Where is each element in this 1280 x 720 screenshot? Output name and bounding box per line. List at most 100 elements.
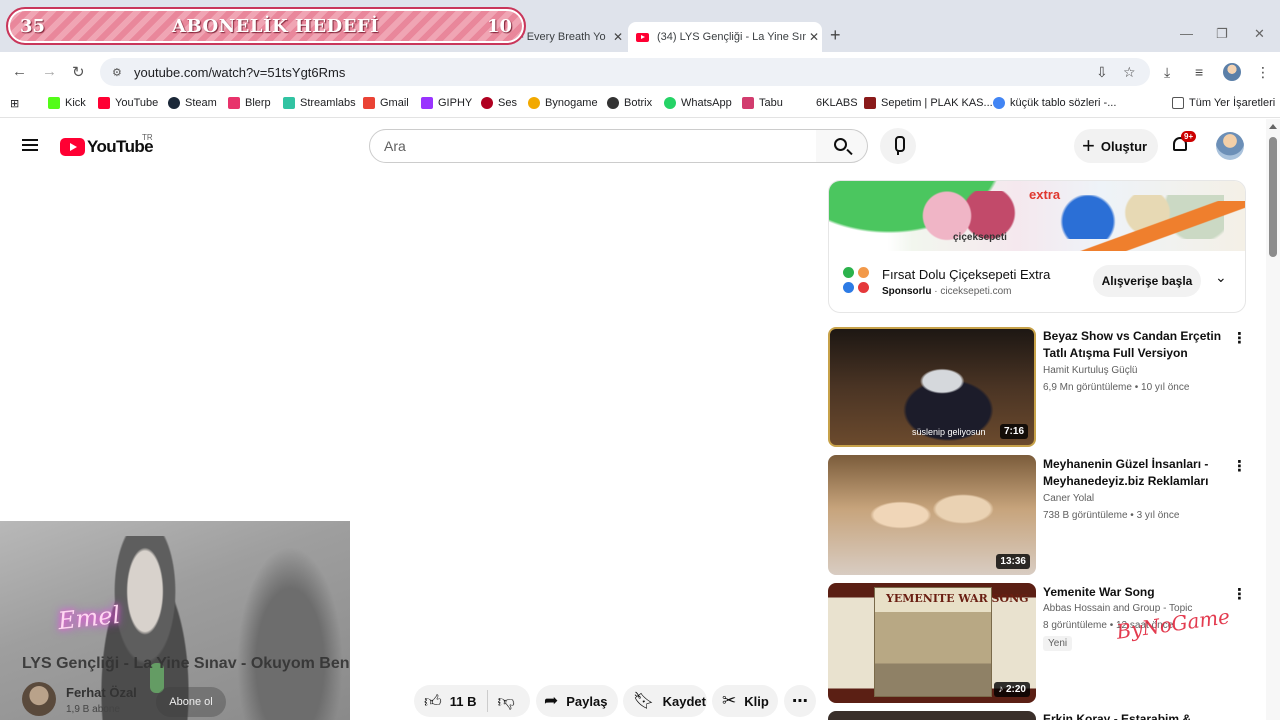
- page-scrollbar[interactable]: [1266, 119, 1280, 720]
- bookmark-ses[interactable]: Ses: [481, 97, 517, 109]
- chevron-down-icon[interactable]: ⌄: [1215, 269, 1227, 286]
- recommended-video[interactable]: 13:36 Meyhanenin Güzel İnsanları - Meyha…: [828, 455, 1247, 575]
- apps-grid-icon[interactable]: ⊞: [10, 97, 19, 110]
- tab-title: - Every Breath Yo: [520, 31, 606, 43]
- bookmark-streamlabs[interactable]: Streamlabs: [283, 97, 356, 109]
- ad-sponsor-line: Sponsorlu · ciceksepeti.com: [882, 286, 1012, 297]
- bynogame-icon: [528, 97, 540, 109]
- ad-title[interactable]: Fırsat Dolu Çiçeksepeti Extra: [882, 267, 1050, 282]
- video-thumbnail[interactable]: [828, 711, 1036, 720]
- new-tab-icon[interactable]: +: [830, 25, 841, 46]
- recommended-video[interactable]: Erkin Koray - Estarabim &: [828, 711, 1246, 720]
- plus-icon: +: [1082, 133, 1095, 158]
- bookmark-botrix[interactable]: Botrix: [607, 97, 652, 109]
- kick-icon: [48, 97, 60, 109]
- plak-icon: [864, 97, 876, 109]
- bookmark-kucuk-tablo[interactable]: küçük tablo sözleri -...: [993, 97, 1116, 109]
- ses-icon: [481, 97, 493, 109]
- goal-current-count: 35: [20, 15, 46, 37]
- browser-profile-avatar[interactable]: [1223, 63, 1241, 81]
- bookmark-star-icon[interactable]: ☆: [1123, 64, 1136, 81]
- browser-tab-active[interactable]: (34) LYS Gençliği - La Yine Sınav ✕: [628, 22, 822, 52]
- video-thumbnail[interactable]: YEMENITE WAR SONG ♪ 2:20: [828, 583, 1036, 703]
- downloads-icon[interactable]: ⤓: [1164, 64, 1170, 81]
- more-options-icon[interactable]: ⋮: [1232, 457, 1247, 475]
- notifications-button[interactable]: 9+: [1170, 131, 1197, 157]
- close-tab-icon[interactable]: ✕: [610, 30, 626, 44]
- video-duration: 13:36: [996, 554, 1030, 569]
- bookmark-steam[interactable]: Steam: [168, 97, 217, 109]
- bookmark-tabu[interactable]: Tabu: [742, 97, 783, 109]
- search-input[interactable]: Ara: [369, 129, 817, 163]
- more-options-icon[interactable]: ⋮: [1232, 329, 1247, 347]
- ad-banner-image[interactable]: extra çiçeksepeti: [829, 181, 1245, 251]
- dislike-icon[interactable]: 👎︎: [498, 691, 515, 712]
- save-button[interactable]: 🔖︎ Kaydet: [623, 685, 707, 717]
- bookmark-sepetim[interactable]: Sepetim | PLAK KAS...: [864, 97, 993, 109]
- browser-menu-icon[interactable]: ⋮: [1256, 64, 1270, 81]
- scrollbar-thumb[interactable]: [1269, 137, 1277, 257]
- menu-icon[interactable]: [22, 139, 38, 151]
- channel-avatar[interactable]: [22, 682, 56, 716]
- youtube-logo[interactable]: YouTube TR: [60, 133, 154, 157]
- account-avatar[interactable]: [1216, 132, 1244, 160]
- goal-title: ABONELİK HEDEFİ: [172, 15, 380, 37]
- banner-brand-text: extra: [1029, 187, 1061, 202]
- bookmark-blerp[interactable]: Blerp: [228, 97, 271, 109]
- subscribe-button[interactable]: Abone ol: [156, 687, 226, 717]
- folder-icon: [1172, 97, 1184, 109]
- video-thumbnail[interactable]: 13:36: [828, 455, 1036, 575]
- video-title[interactable]: Meyhanenin Güzel İnsanları - Meyhanedeyi…: [1043, 456, 1223, 490]
- video-title[interactable]: Beyaz Show vs Candan Erçetin Tatlı Atışm…: [1043, 328, 1223, 362]
- divider: [486, 690, 488, 712]
- bookmark-giphy[interactable]: GIPHY: [421, 97, 472, 109]
- address-bar[interactable]: ⚙ youtube.com/watch?v=51tsYgt6Rms: [100, 58, 1150, 86]
- search-button[interactable]: [816, 129, 868, 163]
- browser-tab-inactive[interactable]: - Every Breath Yo ✕: [520, 22, 626, 52]
- close-window-icon[interactable]: ✕: [1254, 26, 1265, 42]
- all-bookmarks[interactable]: Tüm Yer İşaretleri: [1172, 97, 1275, 109]
- thumbnail-caption: süslenip geliyosun: [912, 427, 986, 437]
- recommended-video[interactable]: YEMENITE WAR SONG ♪ 2:20 Yemenite War So…: [828, 583, 1247, 703]
- bookmark-whatsapp[interactable]: WhatsApp: [664, 97, 732, 109]
- close-tab-icon[interactable]: ✕: [806, 30, 822, 44]
- install-app-icon[interactable]: ⇩: [1096, 64, 1108, 81]
- sponsored-ad[interactable]: extra çiçeksepeti Fırsat Dolu Çiçeksepet…: [828, 180, 1246, 313]
- voice-search-button[interactable]: [880, 128, 916, 164]
- clip-button[interactable]: ✂ Klip: [712, 685, 778, 717]
- site-info-icon[interactable]: ⚙: [112, 66, 128, 79]
- reload-icon[interactable]: ↻: [72, 63, 85, 81]
- bookmark-youtube[interactable]: YouTube: [98, 97, 158, 109]
- goal-target-count: 10: [486, 15, 512, 37]
- bookmark-6klabs[interactable]: 6KLABS: [816, 97, 858, 109]
- video-player[interactable]: [0, 173, 820, 521]
- channel-name[interactable]: Hamit Kurtuluş Güçlü: [1043, 365, 1137, 376]
- create-button[interactable]: + Oluştur: [1074, 129, 1158, 163]
- video-title[interactable]: Erkin Koray - Estarabim &: [1043, 712, 1191, 720]
- more-actions-button[interactable]: ⋯: [784, 685, 816, 717]
- media-control-icon[interactable]: ≡: [1195, 64, 1203, 80]
- bookmark-bynogame[interactable]: Bynogame: [528, 97, 598, 109]
- video-thumbnail[interactable]: süslenip geliyosun 7:16: [828, 327, 1036, 447]
- gmail-icon: [363, 97, 375, 109]
- forward-icon[interactable]: →: [42, 63, 57, 80]
- shop-now-button[interactable]: Alışverişe başla: [1093, 265, 1201, 297]
- minimize-icon[interactable]: —: [1180, 26, 1193, 41]
- botrix-icon: [607, 97, 619, 109]
- channel-name[interactable]: Ferhat Özal: [66, 685, 137, 700]
- channel-name[interactable]: Caner Yolal: [1043, 493, 1094, 504]
- like-icon[interactable]: 👍︎: [424, 691, 442, 712]
- new-badge: Yeni: [1043, 636, 1073, 651]
- restore-icon[interactable]: ❐: [1216, 26, 1228, 42]
- bookmark-gmail[interactable]: Gmail: [363, 97, 409, 109]
- recommended-video[interactable]: süslenip geliyosun 7:16 Beyaz Show vs Ca…: [828, 327, 1247, 447]
- bookmark-kick[interactable]: Kick: [48, 97, 86, 109]
- share-button[interactable]: ➦ Paylaş: [536, 685, 618, 717]
- video-duration: ♪ 2:20: [994, 682, 1030, 697]
- scroll-up-icon[interactable]: [1269, 124, 1277, 129]
- more-options-icon[interactable]: ⋮: [1232, 585, 1247, 603]
- like-count[interactable]: 11 B: [450, 694, 477, 709]
- video-title[interactable]: Yemenite War Song: [1043, 584, 1223, 601]
- back-icon[interactable]: ←: [12, 63, 27, 80]
- webcam-overlay: Emel LYS Gençliği - La Yine Sınav - Okuy…: [0, 521, 350, 720]
